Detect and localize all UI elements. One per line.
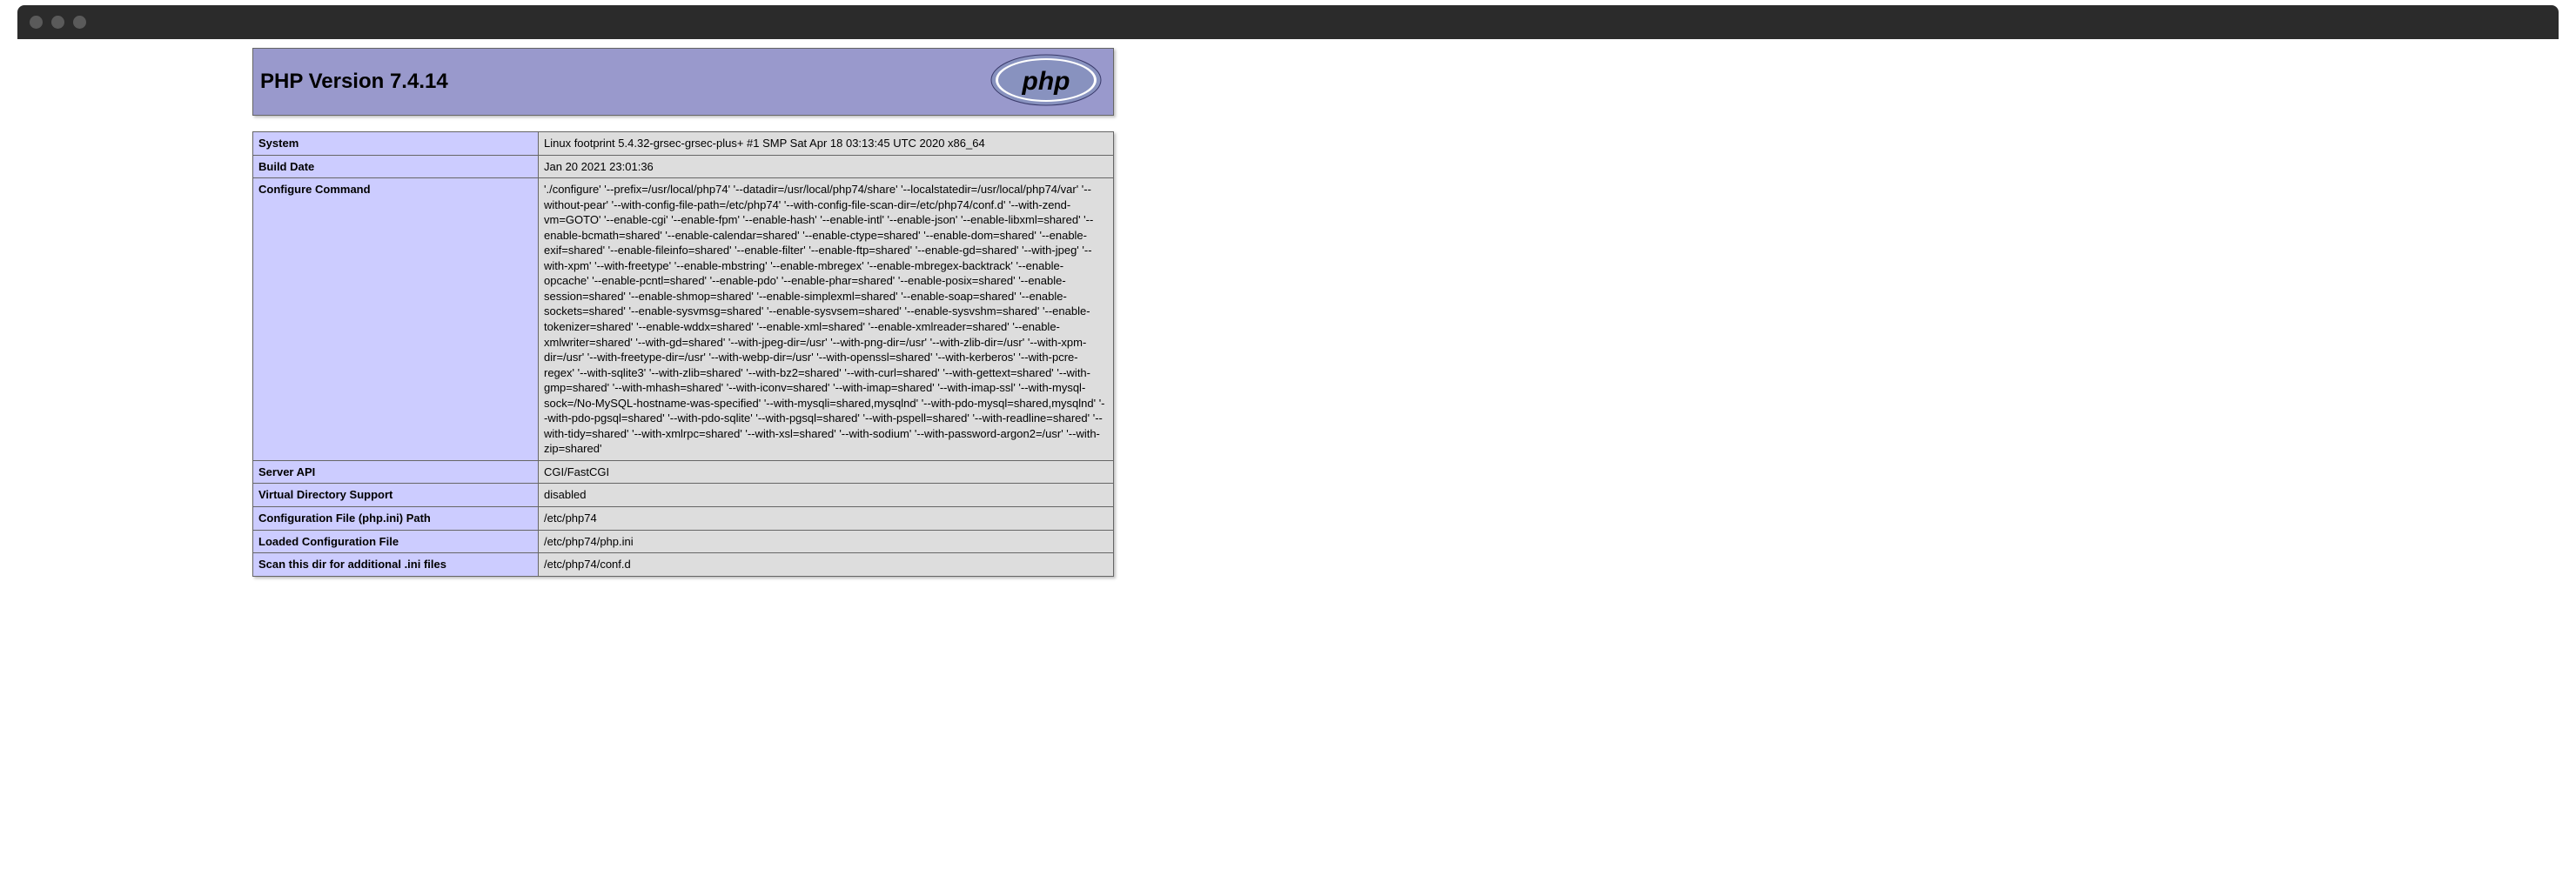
row-label: System [253,132,539,156]
maximize-window-button[interactable] [73,16,86,29]
phpinfo-container: PHP Version 7.4.14 php System Linux foot… [252,48,1114,577]
close-window-button[interactable] [30,16,43,29]
row-value: CGI/FastCGI [539,460,1114,484]
table-row: Scan this dir for additional .ini files … [253,553,1114,577]
svg-text:php: php [1022,67,1070,96]
row-value: /etc/php74 [539,507,1114,531]
row-label: Server API [253,460,539,484]
table-row: System Linux footprint 5.4.32-grsec-grse… [253,132,1114,156]
page-content: PHP Version 7.4.14 php System Linux foot… [0,39,2576,577]
php-version-header: PHP Version 7.4.14 php [252,48,1114,116]
table-row: Server API CGI/FastCGI [253,460,1114,484]
minimize-window-button[interactable] [51,16,64,29]
row-label: Configuration File (php.ini) Path [253,507,539,531]
table-row: Loaded Configuration File /etc/php74/php… [253,530,1114,553]
table-row: Build Date Jan 20 2021 23:01:36 [253,155,1114,178]
table-row: Virtual Directory Support disabled [253,484,1114,507]
php-version-title: PHP Version 7.4.14 [260,70,448,94]
row-label: Configure Command [253,178,539,461]
row-value: /etc/php74/conf.d [539,553,1114,577]
row-value: disabled [539,484,1114,507]
table-row: Configuration File (php.ini) Path /etc/p… [253,507,1114,531]
row-label: Scan this dir for additional .ini files [253,553,539,577]
row-label: Virtual Directory Support [253,484,539,507]
php-logo-icon: php [989,53,1103,111]
row-value: /etc/php74/php.ini [539,530,1114,553]
table-row: Configure Command './configure' '--prefi… [253,178,1114,461]
row-value: Jan 20 2021 23:01:36 [539,155,1114,178]
row-label: Build Date [253,155,539,178]
window-titlebar [17,5,2559,39]
row-value: './configure' '--prefix=/usr/local/php74… [539,178,1114,461]
row-label: Loaded Configuration File [253,530,539,553]
phpinfo-table: System Linux footprint 5.4.32-grsec-grse… [252,131,1114,577]
row-value: Linux footprint 5.4.32-grsec-grsec-plus+… [539,132,1114,156]
